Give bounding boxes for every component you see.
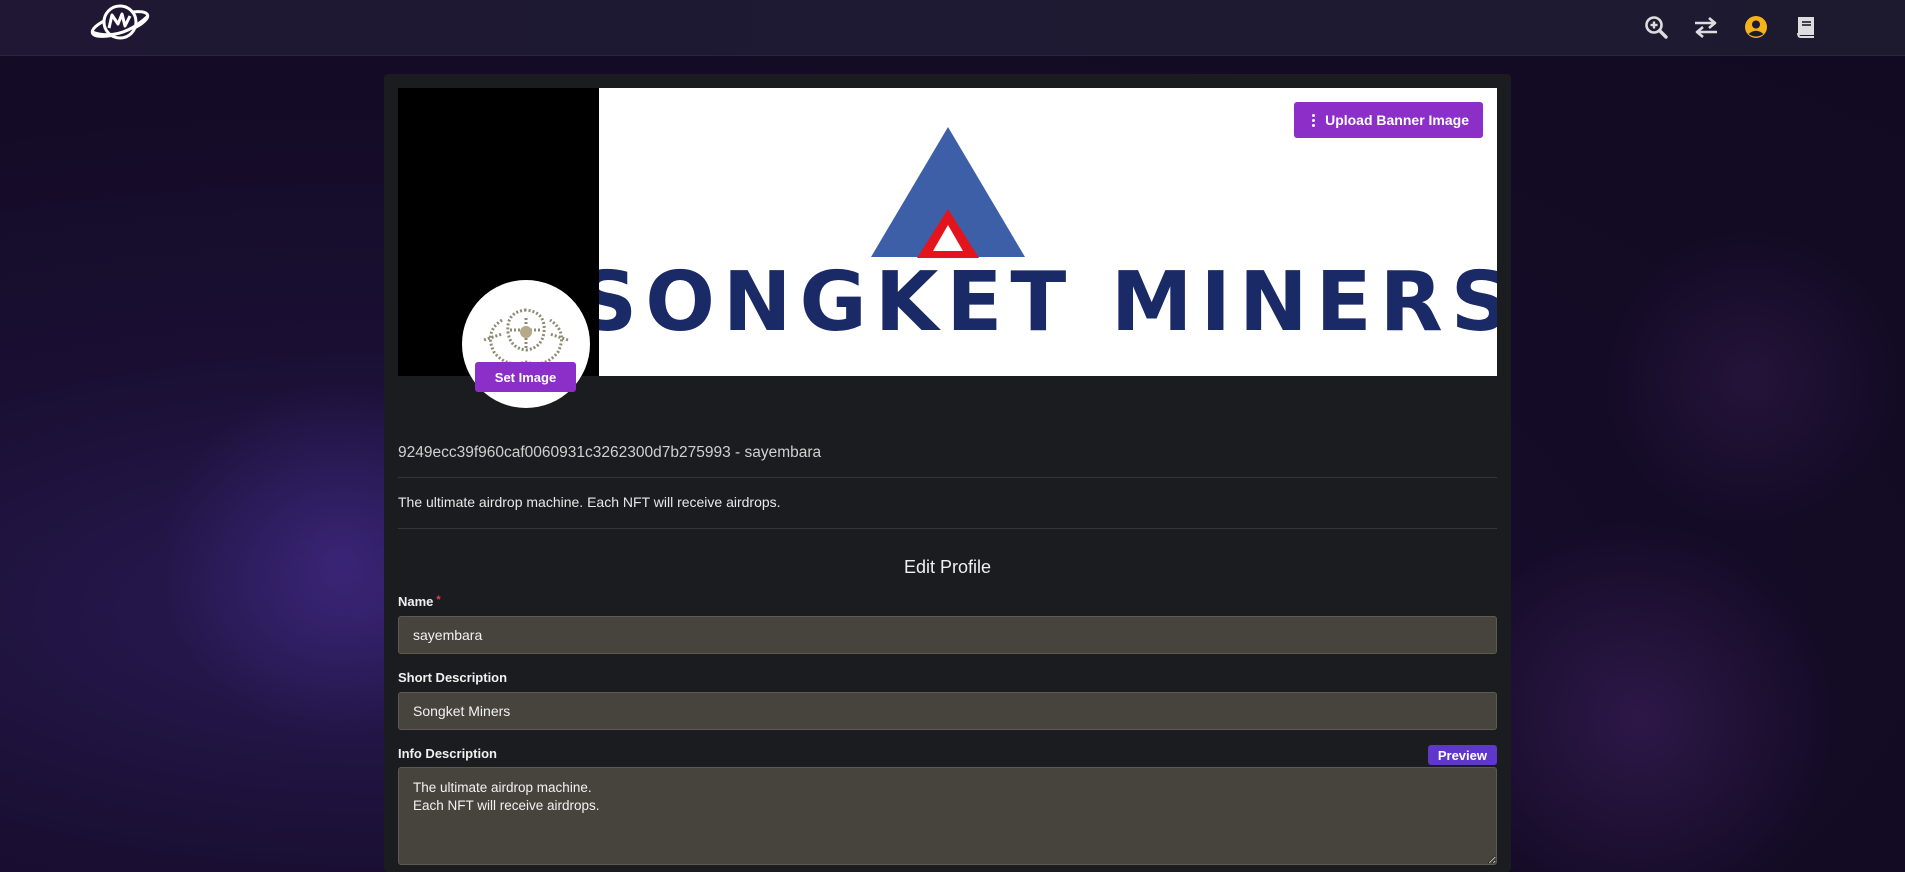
kebab-menu-icon bbox=[1312, 113, 1316, 127]
book-icon[interactable] bbox=[1793, 14, 1819, 40]
upload-banner-button[interactable]: Upload Banner Image bbox=[1294, 102, 1483, 138]
profile-description: The ultimate airdrop machine. Each NFT w… bbox=[398, 494, 781, 510]
profile-id-line: 9249ecc39f960caf0060931c3262300d7b275993… bbox=[398, 444, 822, 461]
short-description-field[interactable] bbox=[398, 692, 1497, 730]
name-label-text: Name bbox=[398, 594, 434, 609]
zoom-in-icon[interactable] bbox=[1643, 14, 1669, 40]
edit-profile-title: Edit Profile bbox=[903, 557, 992, 577]
set-image-button[interactable]: Set Image bbox=[475, 362, 576, 392]
user-account-icon[interactable] bbox=[1743, 14, 1769, 40]
banner-image: SONGKET MINERS Upload Banner Image bbox=[599, 88, 1497, 376]
info-description-label: Info Description bbox=[398, 746, 497, 761]
top-navbar bbox=[0, 0, 1905, 56]
swap-arrows-icon[interactable] bbox=[1693, 14, 1719, 40]
svg-text:SONGKET MINERS: SONGKET MINERS bbox=[599, 255, 1497, 350]
info-description-field[interactable]: The ultimate airdrop machine. Each NFT w… bbox=[398, 767, 1497, 865]
short-description-label: Short Description bbox=[398, 670, 508, 685]
profile-panel: SONGKET MINERS Upload Banner Image Set I… bbox=[384, 74, 1511, 872]
upload-banner-label: Upload Banner Image bbox=[1325, 112, 1469, 128]
nav-icon-group bbox=[1643, 14, 1819, 40]
planet-logo-icon[interactable] bbox=[88, 2, 152, 46]
name-label: Name * bbox=[398, 594, 441, 609]
name-field[interactable] bbox=[398, 616, 1497, 654]
divider bbox=[398, 528, 1497, 529]
required-marker: * bbox=[436, 594, 441, 606]
divider bbox=[398, 477, 1497, 478]
preview-button[interactable]: Preview bbox=[1427, 745, 1497, 765]
